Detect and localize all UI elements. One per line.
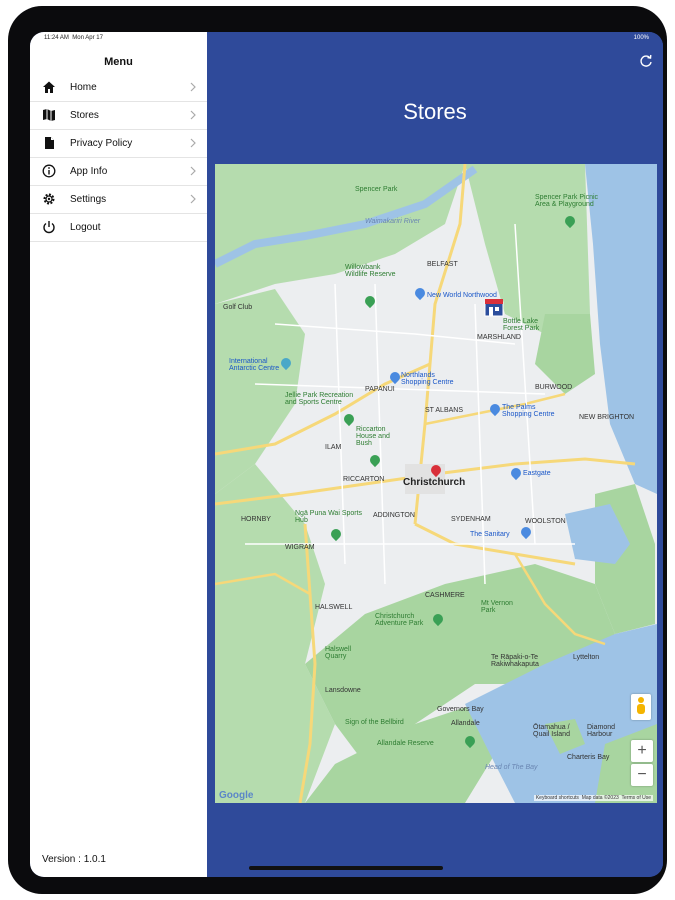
menu-item-label: Home — [70, 82, 97, 93]
area-label: PAPANUI — [365, 386, 395, 393]
menu-item-home[interactable]: Home — [30, 74, 207, 102]
chevron-right-icon — [190, 166, 196, 176]
place-label: The Sanitary — [470, 531, 510, 538]
place-label: Te Rāpaki-o-Te Rakiwhakaputa — [491, 654, 539, 668]
area-label: BURWOOD — [535, 384, 573, 391]
menu-item-label: Logout — [70, 222, 101, 233]
status-bar: 11:24 AM Mon Apr 17 — [30, 32, 207, 46]
map-icon — [43, 109, 55, 121]
info-icon — [42, 164, 56, 178]
status-time: 11:24 AM Mon Apr 17 — [44, 35, 103, 41]
google-logo: Google — [219, 790, 254, 801]
main-content: Stores Christchurch New World Northwood … — [207, 32, 663, 877]
area-label: WIGRAM — [285, 544, 315, 551]
place-label: Allandale Reserve — [377, 740, 434, 747]
area-label: NEW BRIGHTON — [579, 414, 635, 421]
area-label: RICCARTON — [343, 476, 385, 483]
place-label: Spencer Park — [355, 186, 398, 193]
chevron-right-icon — [190, 110, 196, 120]
chevron-right-icon — [190, 138, 196, 148]
place-label: Ngā Puna Wai Sports Hub — [295, 510, 363, 524]
area-label: HALSWELL — [315, 604, 353, 611]
side-menu: 11:24 AM Mon Apr 17 Menu Home Stores Pri… — [30, 32, 207, 877]
refresh-icon[interactable] — [639, 54, 653, 68]
water-label: Waimakariri River — [365, 218, 421, 225]
menu-list: Home Stores Privacy Policy App Info Sett… — [30, 74, 207, 242]
page-title: Stores — [403, 99, 467, 124]
place-label: New World Northwood — [427, 292, 497, 299]
place-label: Allandale — [451, 720, 480, 727]
area-label: MARSHLAND — [477, 334, 521, 341]
place-label: Charteris Bay — [567, 754, 610, 761]
menu-item-privacy-policy[interactable]: Privacy Policy — [30, 130, 207, 158]
area-label: ILAM — [325, 444, 342, 451]
area-label: SYDENHAM — [451, 516, 491, 523]
place-label: Diamond Harbour — [587, 724, 616, 738]
menu-item-label: Stores — [70, 110, 99, 121]
place-label: Lansdowne — [325, 687, 361, 694]
menu-title: Menu — [104, 56, 133, 68]
app-version: Version : 1.0.1 — [42, 854, 106, 865]
place-label: Christchurch Adventure Park — [375, 613, 424, 627]
store-marker-icon[interactable] — [484, 298, 504, 318]
place-label: Golf Club — [223, 304, 253, 311]
place-label: International Antarctic Centre — [229, 358, 280, 372]
place-label: Northlands Shopping Centre — [401, 372, 454, 386]
stores-map[interactable]: Christchurch New World Northwood Northla… — [215, 164, 657, 803]
place-label: Willowbank Wildlife Reserve — [345, 264, 396, 278]
map-data-text: Map data ©2023 — [581, 795, 619, 801]
place-label: Bottle Lake Forest Park — [503, 318, 540, 332]
keyboard-shortcuts-link[interactable]: Keyboard shortcuts — [536, 795, 579, 801]
place-label: Jellie Park Recreation and Sports Centre — [285, 392, 354, 406]
place-label: Riccarton House and Bush — [356, 426, 390, 447]
place-label: Halswell Quarry — [325, 646, 352, 660]
chevron-right-icon — [190, 194, 196, 204]
menu-item-label: App Info — [70, 166, 108, 177]
place-label: The Palms Shopping Centre — [502, 404, 555, 418]
area-label: CASHMERE — [425, 592, 465, 599]
area-label: BELFAST — [427, 261, 458, 268]
menu-item-app-info[interactable]: App Info — [30, 158, 207, 186]
place-label: Eastgate — [523, 470, 551, 477]
area-label: ST ALBANS — [425, 407, 464, 414]
document-icon — [45, 137, 54, 149]
menu-item-settings[interactable]: Settings — [30, 186, 207, 214]
map-attribution: Keyboard shortcuts Map data ©2023 Terms … — [533, 795, 653, 801]
chevron-right-icon — [190, 82, 196, 92]
home-icon — [43, 81, 55, 93]
menu-item-stores[interactable]: Stores — [30, 102, 207, 130]
place-label: Mt Vernon Park — [481, 600, 513, 614]
status-bar-right: 100% — [207, 32, 663, 46]
terms-link[interactable]: Terms of Use — [622, 795, 651, 801]
battery-status: 100% — [633, 35, 649, 41]
menu-item-logout[interactable]: Logout — [30, 214, 207, 242]
zoom-in-button[interactable]: + — [631, 740, 653, 762]
place-label: Sign of the Bellbird — [345, 719, 404, 726]
menu-item-label: Privacy Policy — [70, 138, 133, 149]
area-label: HORNBY — [241, 516, 271, 523]
tablet-frame: Stores Christchurch New World Northwood … — [8, 6, 667, 894]
area-label: WOOLSTON — [525, 518, 566, 525]
place-label: Governors Bay — [437, 706, 484, 713]
screen: Stores Christchurch New World Northwood … — [30, 32, 663, 877]
place-label: Ōtamahua / Quail Island — [533, 724, 570, 738]
place-label: Lyttelton — [573, 654, 600, 661]
city-label: Christchurch — [403, 477, 466, 488]
power-icon — [43, 221, 55, 234]
zoom-out-button[interactable]: − — [631, 764, 653, 786]
gear-icon — [43, 193, 55, 205]
area-label: ADDINGTON — [373, 512, 415, 519]
street-view-pegman-icon[interactable] — [631, 694, 651, 720]
place-label: Spencer Park Picnic Area & Playground — [535, 194, 599, 208]
menu-item-label: Settings — [70, 194, 107, 205]
home-indicator[interactable] — [249, 866, 443, 870]
water-label: Head of The Bay — [485, 764, 538, 771]
